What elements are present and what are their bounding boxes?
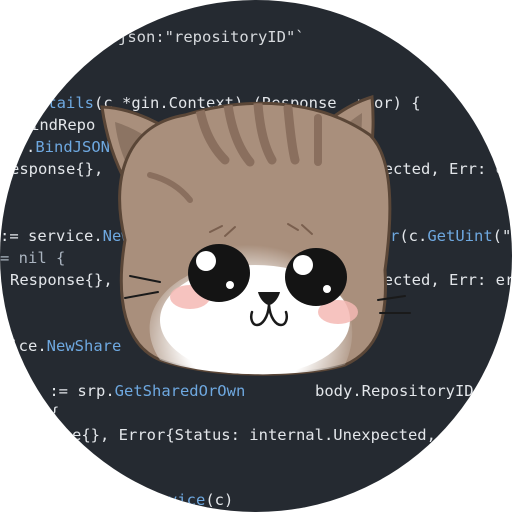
right-eye	[285, 248, 347, 306]
avatar-circle: json:"repositoryID"` etails(c *gin.Contex…	[0, 0, 512, 512]
cat-mascot-illustration	[100, 95, 411, 376]
left-eye	[188, 244, 250, 302]
